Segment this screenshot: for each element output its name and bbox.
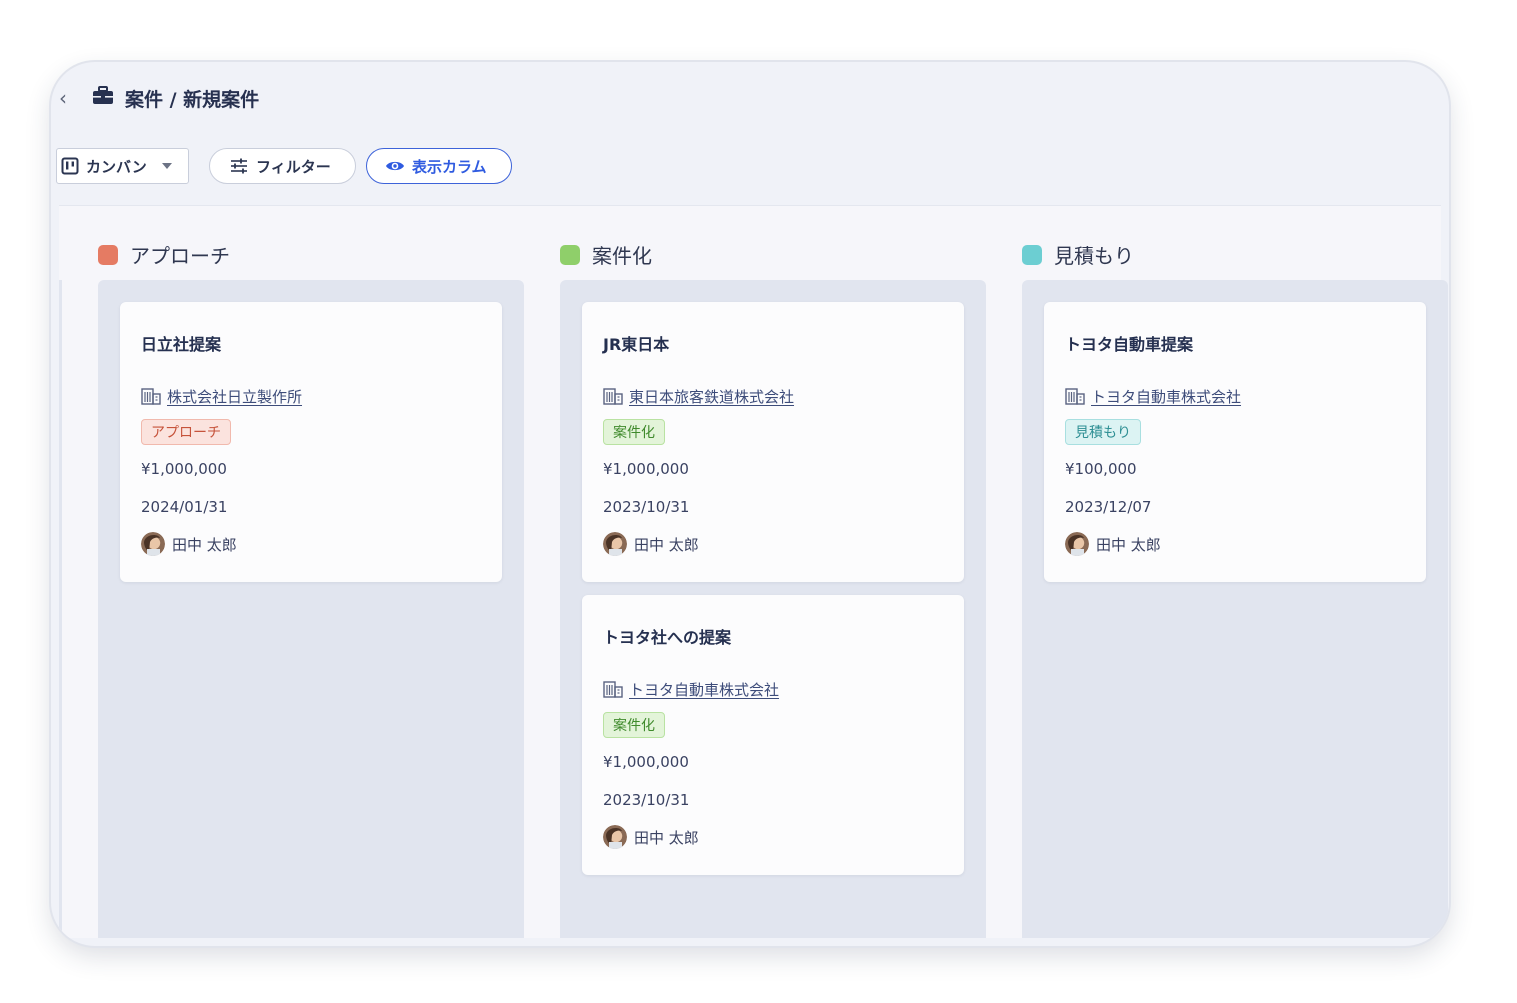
building-icon — [141, 388, 161, 405]
status-badge: 案件化 — [603, 712, 665, 738]
column-title: アプローチ — [130, 244, 230, 268]
company-name: トヨタ自動車株式会社 — [629, 681, 780, 699]
deal-card[interactable]: JR東日本 東日本旅客鉄道株式会社 案件化 ¥1,000,000 2023/10… — [582, 302, 964, 582]
column-approach: 日立社提案 株式会社日立製作所 アプローチ ¥1,000,000 2024/01… — [98, 280, 524, 938]
company-name: 東日本旅客鉄道株式会社 — [629, 388, 795, 406]
app-window: ‹ 案件 / 新規案件 カンバン フィルター 表示カラム アプローチ 日立社提案… — [51, 62, 1449, 946]
view-switcher-label: カンバン — [86, 157, 147, 176]
building-icon — [603, 388, 623, 405]
avatar — [141, 532, 165, 556]
card-title: トヨタ社への提案 — [603, 628, 732, 647]
avatar — [1065, 532, 1089, 556]
kanban-icon — [61, 157, 79, 175]
assignee: 田中 太郎 — [603, 825, 699, 849]
filter-label: フィルター — [256, 157, 331, 176]
assignee-name: 田中 太郎 — [1096, 535, 1161, 554]
deal-card[interactable]: 日立社提案 株式会社日立製作所 アプローチ ¥1,000,000 2024/01… — [120, 302, 502, 582]
company-name: 株式会社日立製作所 — [167, 388, 303, 406]
eye-icon — [386, 161, 404, 171]
kanban-board: アプローチ 日立社提案 株式会社日立製作所 アプローチ ¥1,000,000 2… — [59, 205, 1448, 938]
breadcrumb: 案件 / 新規案件 — [125, 89, 260, 111]
due-date: 2023/10/31 — [603, 498, 690, 516]
column-estimate: トヨタ自動車提案 トヨタ自動車株式会社 見積もり ¥100,000 2023/1… — [1022, 280, 1448, 938]
column-header-approach: アプローチ — [98, 240, 230, 269]
assignee-name: 田中 太郎 — [172, 535, 237, 554]
due-date: 2023/10/31 — [603, 791, 690, 809]
status-badge: 見積もり — [1065, 419, 1141, 445]
toolbar: カンバン フィルター 表示カラム — [51, 148, 1449, 194]
deal-amount: ¥1,000,000 — [603, 753, 689, 771]
assignee-name: 田中 太郎 — [634, 535, 699, 554]
due-date: 2024/01/31 — [141, 498, 228, 516]
deal-card[interactable]: トヨタ自動車提案 トヨタ自動車株式会社 見積もり ¥100,000 2023/1… — [1044, 302, 1426, 582]
caret-down-icon — [161, 163, 172, 169]
building-icon — [603, 681, 623, 698]
assignee: 田中 太郎 — [141, 532, 237, 556]
display-columns-label: 表示カラム — [412, 157, 487, 176]
company-link[interactable]: トヨタ自動車株式会社 — [603, 679, 779, 700]
avatar — [603, 532, 627, 556]
building-icon — [1065, 388, 1085, 405]
sliders-icon — [231, 158, 247, 174]
hidden-column-edge — [59, 280, 62, 938]
assignee-name: 田中 太郎 — [634, 828, 699, 847]
due-date: 2023/12/07 — [1065, 498, 1152, 516]
card-title: トヨタ自動車提案 — [1065, 335, 1194, 354]
company-link[interactable]: 株式会社日立製作所 — [141, 386, 302, 407]
status-color-dot — [560, 244, 580, 265]
deal-amount: ¥1,000,000 — [141, 460, 227, 478]
status-badge: 案件化 — [603, 419, 665, 445]
deal-card[interactable]: トヨタ社への提案 トヨタ自動車株式会社 案件化 ¥1,000,000 2023/… — [582, 595, 964, 875]
filter-button[interactable]: フィルター — [209, 148, 356, 184]
company-link[interactable]: トヨタ自動車株式会社 — [1065, 386, 1241, 407]
column-header-case: 案件化 — [560, 240, 652, 269]
assignee: 田中 太郎 — [603, 532, 699, 556]
column-title: 見積もり — [1054, 244, 1134, 268]
status-badge: アプローチ — [141, 419, 231, 445]
company-name: トヨタ自動車株式会社 — [1091, 388, 1242, 406]
deal-amount: ¥1,000,000 — [603, 460, 689, 478]
briefcase-icon — [93, 86, 113, 104]
display-columns-button[interactable]: 表示カラム — [366, 148, 512, 184]
chevron-left-icon[interactable]: ‹ — [59, 86, 67, 110]
deal-amount: ¥100,000 — [1065, 460, 1137, 478]
column-case: JR東日本 東日本旅客鉄道株式会社 案件化 ¥1,000,000 2023/10… — [560, 280, 986, 938]
avatar — [603, 825, 627, 849]
card-title: JR東日本 — [603, 335, 670, 354]
card-title: 日立社提案 — [141, 335, 222, 354]
assignee: 田中 太郎 — [1065, 532, 1161, 556]
header: ‹ 案件 / 新規案件 — [51, 62, 1449, 132]
status-color-dot — [98, 244, 118, 265]
column-title: 案件化 — [592, 244, 652, 268]
status-color-dot — [1022, 244, 1042, 265]
column-header-estimate: 見積もり — [1022, 240, 1134, 269]
company-link[interactable]: 東日本旅客鉄道株式会社 — [603, 386, 794, 407]
view-switcher-dropdown[interactable]: カンバン — [56, 148, 189, 184]
